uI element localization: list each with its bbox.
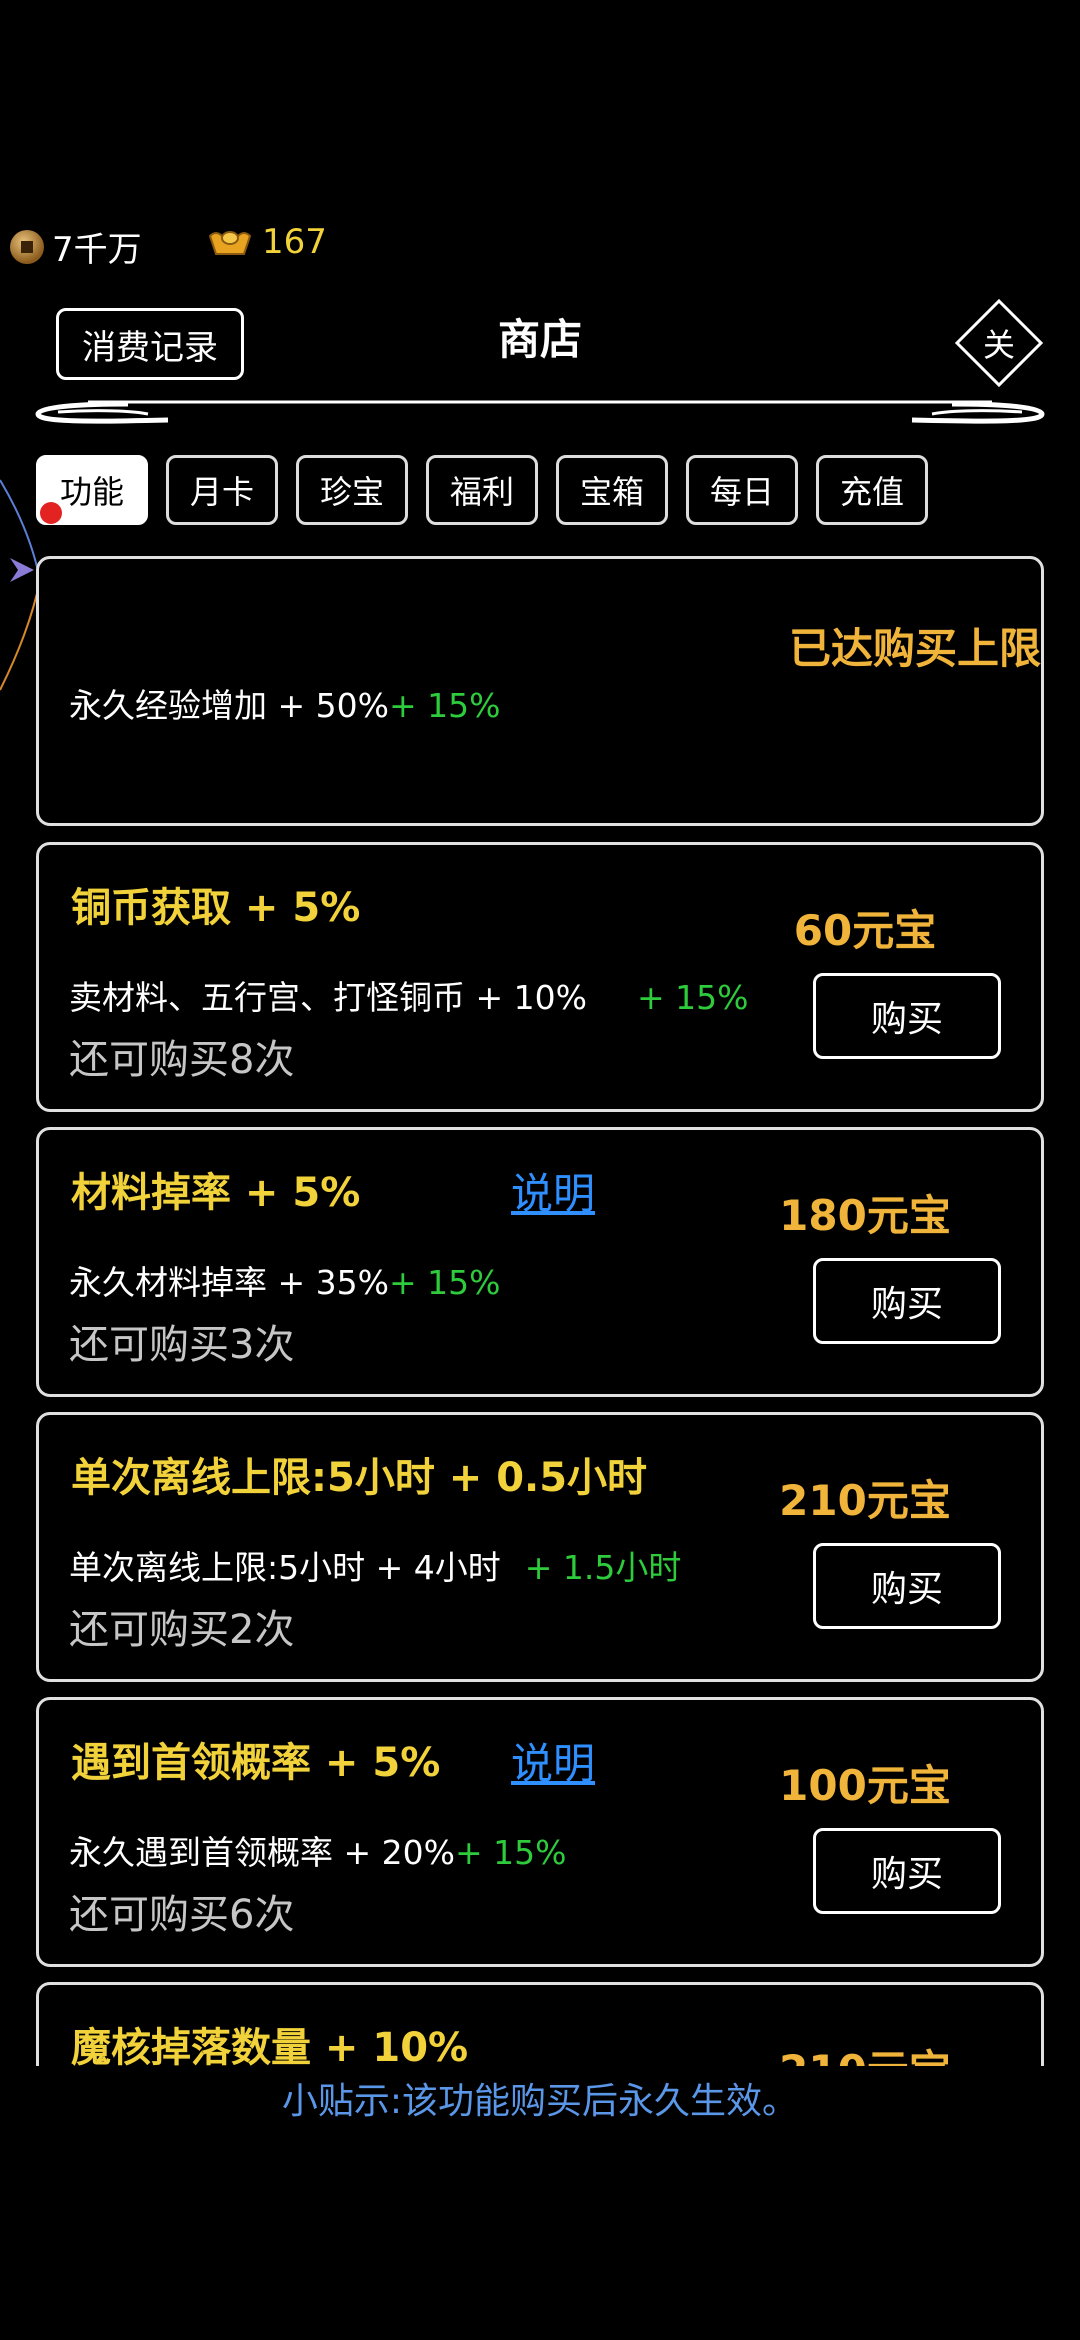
- item-remaining: 还可购买6次: [69, 1892, 295, 1938]
- item-list[interactable]: 已达购买上限 永久经验增加 + 50%+ 15% 铜币获取 + 5% 卖材料、五…: [0, 0, 1080, 2066]
- item-title: 单次离线上限:5小时 + 0.5小时: [71, 1455, 648, 1501]
- shop-item-copper: 铜币获取 + 5% 卖材料、五行宫、打怪铜币 + 10% + 15% 还可购买8次…: [36, 842, 1044, 1112]
- item-title: 铜币获取 + 5%: [71, 885, 361, 931]
- item-bonus: + 15%: [388, 1263, 501, 1302]
- item-bonus: + 15%: [454, 1833, 567, 1872]
- item-price: 210元宝: [745, 2037, 985, 2066]
- item-price: 180元宝: [779, 1191, 951, 1240]
- buy-button[interactable]: 购买: [813, 1258, 1001, 1344]
- shop-item-magic-core: 魔核掉落数量 + 10% 210元宝: [36, 1982, 1044, 2066]
- item-title: 魔核掉落数量 + 10%: [71, 2025, 469, 2066]
- item-desc-text: 单次离线上限:5小时 + 4小时: [69, 1548, 501, 1587]
- item-price: 100元宝: [779, 1761, 951, 1810]
- shop-item-material: 材料掉率 + 5% 说明 永久材料掉率 + 35%+ 15% 还可购买3次 18…: [36, 1127, 1044, 1397]
- item-remaining: 还可购买8次: [69, 1037, 295, 1083]
- shop-item-exp: 已达购买上限 永久经验增加 + 50%+ 15%: [36, 556, 1044, 826]
- info-link[interactable]: 说明: [511, 1730, 595, 1791]
- shop-item-boss: 遇到首领概率 + 5% 说明 永久遇到首领概率 + 20%+ 15% 还可购买6…: [36, 1697, 1044, 1967]
- item-desc-text: 卖材料、五行宫、打怪铜币 + 10%: [69, 978, 587, 1017]
- item-bonus: + 15%: [388, 686, 501, 725]
- info-link[interactable]: 说明: [511, 1160, 595, 1221]
- item-desc-text: 永久遇到首领概率 + 20%: [69, 1833, 455, 1872]
- buy-button[interactable]: 购买: [813, 1828, 1001, 1914]
- item-desc: 永久经验增加 + 50%+ 15%: [69, 679, 500, 727]
- item-desc: 永久材料掉率 + 35%+ 15%: [69, 1256, 500, 1304]
- item-title: 遇到首领概率 + 5%: [71, 1740, 441, 1786]
- item-bonus: + 1.5小时: [524, 1548, 682, 1587]
- item-desc: 永久遇到首领概率 + 20%+ 15%: [69, 1826, 566, 1874]
- item-desc-text: 永久材料掉率 + 35%: [69, 1263, 389, 1302]
- item-desc-text: 永久经验增加 + 50%: [69, 686, 389, 725]
- item-price: 60元宝: [793, 906, 937, 955]
- purchase-limit-status: 已达购买上限: [788, 624, 1041, 673]
- item-bonus: + 15%: [636, 978, 749, 1017]
- tip-text: 小贴示:该功能购买后永久生效。: [281, 2081, 799, 2122]
- item-title: 材料掉率 + 5%: [71, 1170, 361, 1216]
- item-remaining: 还可购买2次: [69, 1607, 295, 1653]
- item-price: 210元宝: [779, 1476, 951, 1525]
- buy-button[interactable]: 购买: [813, 1543, 1001, 1629]
- item-desc: 单次离线上限:5小时 + 4小时 + 1.5小时: [69, 1541, 681, 1589]
- item-desc: 卖材料、五行宫、打怪铜币 + 10% + 15%: [69, 971, 748, 1019]
- buy-button[interactable]: 购买: [813, 973, 1001, 1059]
- item-remaining: 还可购买3次: [69, 1322, 295, 1368]
- shop-item-offline: 单次离线上限:5小时 + 0.5小时 单次离线上限:5小时 + 4小时 + 1.5…: [36, 1412, 1044, 1682]
